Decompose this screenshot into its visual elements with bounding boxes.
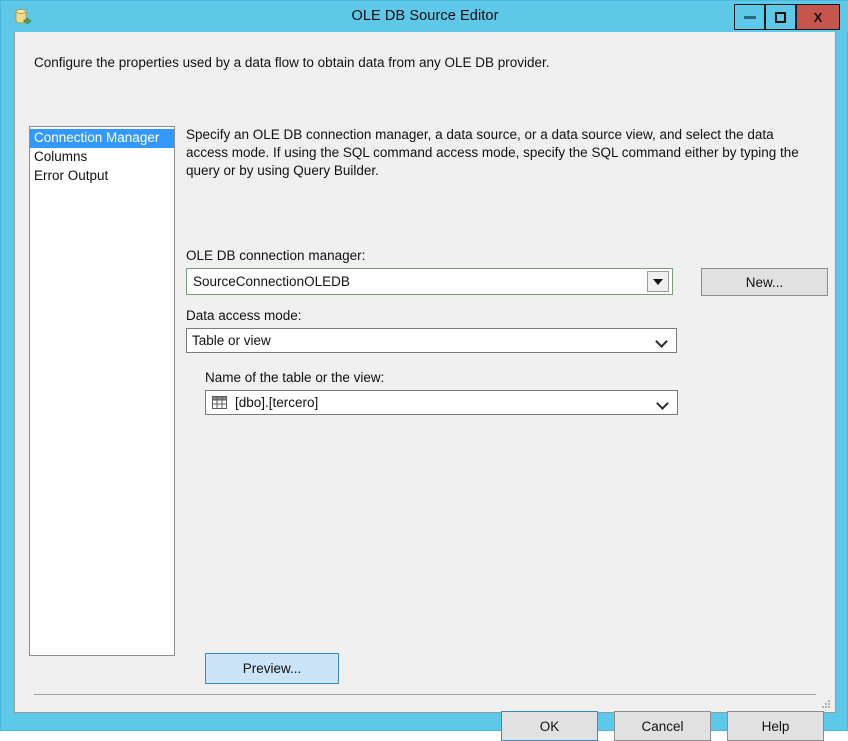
dialog-window: OLE DB Source Editor X Configure the pro… [0, 0, 848, 731]
minimize-button[interactable] [734, 4, 765, 30]
page-list-item-connection-manager[interactable]: Connection Manager [30, 129, 174, 148]
data-access-mode-label: Data access mode: [186, 308, 302, 323]
page-list-item-error-output[interactable]: Error Output [30, 167, 174, 186]
preview-button-label: Preview... [243, 661, 302, 676]
dialog-body: Configure the properties used by a data … [14, 32, 836, 713]
instruction-text: Specify an OLE DB connection manager, a … [186, 126, 816, 180]
table-or-view-combobox[interactable]: [dbo].[tercero] [205, 390, 678, 415]
page-list-item-label: Columns [34, 149, 87, 164]
maximize-button[interactable] [765, 4, 796, 30]
help-button-label: Help [762, 719, 790, 734]
close-icon: X [814, 10, 823, 25]
connection-manager-label: OLE DB connection manager: [186, 248, 365, 263]
data-access-mode-value: Table or view [187, 333, 655, 348]
page-list-item-label: Error Output [34, 168, 108, 183]
content-pane: Specify an OLE DB connection manager, a … [186, 122, 820, 662]
help-button[interactable]: Help [727, 711, 824, 741]
page-list-item-label: Connection Manager [34, 130, 159, 145]
chevron-down-icon[interactable] [655, 334, 669, 348]
close-button[interactable]: X [796, 4, 840, 30]
connection-manager-value: SourceConnectionOLEDB [187, 274, 647, 289]
new-connection-button-label: New... [746, 275, 784, 290]
chevron-down-icon[interactable] [656, 396, 670, 410]
cancel-button-label: Cancel [641, 719, 683, 734]
table-or-view-label: Name of the table or the view: [205, 370, 384, 385]
page-list[interactable]: Connection Manager Columns Error Output [29, 126, 175, 656]
ok-button[interactable]: OK [501, 711, 598, 741]
title-bar[interactable]: OLE DB Source Editor X [1, 1, 848, 32]
preview-button[interactable]: Preview... [205, 653, 339, 684]
chevron-down-icon[interactable] [647, 271, 669, 292]
resize-grip[interactable] [820, 698, 832, 710]
connection-manager-combobox[interactable]: SourceConnectionOLEDB [186, 268, 673, 295]
dialog-description: Configure the properties used by a data … [34, 55, 550, 70]
new-connection-button[interactable]: New... [701, 268, 828, 296]
cancel-button[interactable]: Cancel [614, 711, 711, 741]
page-list-item-columns[interactable]: Columns [30, 148, 174, 167]
table-or-view-value: [dbo].[tercero] [227, 395, 656, 410]
footer-separator [34, 694, 816, 695]
table-grid-icon [212, 396, 227, 409]
maximize-icon [775, 12, 786, 23]
ok-button-label: OK [540, 719, 560, 734]
minimize-icon [744, 16, 756, 19]
data-access-mode-combobox[interactable]: Table or view [186, 328, 677, 353]
window-title: OLE DB Source Editor [1, 8, 848, 24]
